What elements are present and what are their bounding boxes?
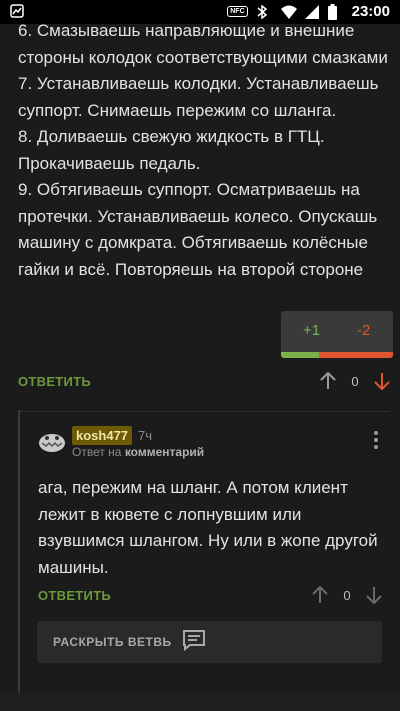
comment-actions: ОТВЕТИТЬ 0: [18, 368, 390, 394]
downvote-count: -2: [357, 322, 371, 339]
expand-thread-button[interactable]: РАСКРЫТЬ ВЕТВЬ: [37, 621, 382, 663]
downvote-arrow-icon[interactable]: [366, 586, 382, 604]
expand-thread-label: РАСКРЫТЬ ВЕТВЬ: [53, 635, 172, 649]
reply-to-prefix: Ответ на: [72, 445, 122, 459]
reply-rating: 0: [343, 587, 351, 603]
nfc-icon: NFC: [227, 6, 248, 17]
notification-icon: [10, 4, 24, 23]
upvote-arrow-icon[interactable]: [320, 372, 336, 390]
upvote-bar: [281, 352, 319, 358]
reply-to-line: Ответ на комментарий: [72, 445, 204, 459]
downvote-bar: [319, 352, 393, 358]
chat-icon: [182, 629, 206, 656]
vote-breakdown-popup: +1 -2: [281, 311, 393, 358]
username-badge[interactable]: kosh477: [72, 426, 133, 445]
thread-line: [18, 410, 20, 693]
reply-button[interactable]: ОТВЕТИТЬ: [38, 588, 111, 603]
upvote-arrow-icon[interactable]: [312, 586, 328, 604]
more-options-icon[interactable]: [372, 430, 380, 450]
status-time: 23:00: [351, 3, 390, 20]
avatar[interactable]: [37, 426, 67, 456]
status-bar: NFC 23:00: [0, 0, 400, 24]
upvote-count: +1: [303, 322, 321, 339]
downvote-arrow-icon[interactable]: [374, 372, 390, 390]
comment-time: 7ч: [138, 428, 153, 443]
signal-icon: [304, 4, 320, 20]
reply-button[interactable]: ОТВЕТИТЬ: [18, 374, 91, 389]
reply-to-link[interactable]: комментарий: [125, 445, 204, 459]
wifi-icon: [280, 4, 297, 20]
battery-icon: [327, 3, 344, 20]
comment-divider: [18, 411, 390, 412]
navigation-bar: [0, 693, 400, 711]
reply-body: ага, пережим на шланг. А потом клиент ле…: [38, 478, 383, 577]
reply-actions: ОТВЕТИТЬ 0: [38, 582, 382, 608]
bluetooth-icon: [256, 4, 272, 20]
comment-rating: 0: [351, 373, 359, 389]
